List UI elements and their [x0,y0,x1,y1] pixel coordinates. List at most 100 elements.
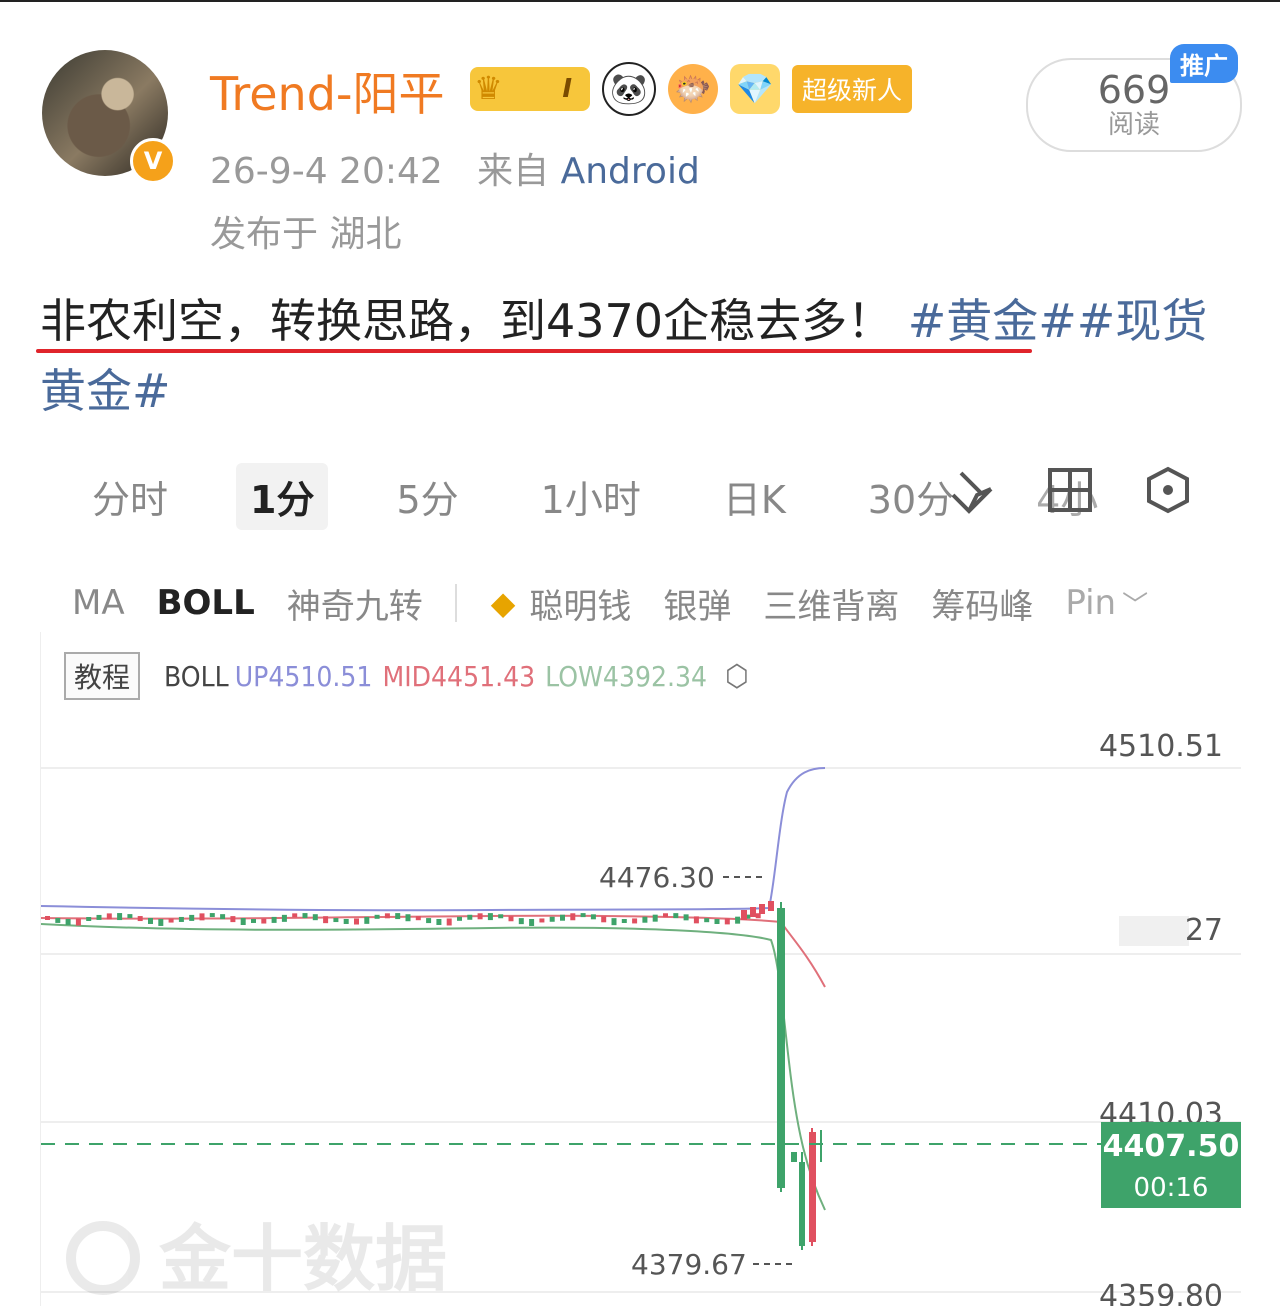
price-axis-mask [1119,916,1189,946]
candle-green [281,914,287,922]
candle-green [86,917,92,922]
username[interactable]: Trend-阳平 [210,58,445,124]
candle-red [415,916,421,921]
candle-green [178,916,184,922]
candle-red [663,913,668,918]
user-badges: ♛ I 🐼 🐡 💎 超级新人 [470,62,913,116]
candle-red [759,904,765,914]
candle-red [230,916,236,923]
candle-green [158,918,164,926]
watermark: 金十数据 [66,1217,447,1301]
tab-intraday[interactable]: 分时 [78,463,182,530]
candle-green [117,913,123,921]
candle-red [384,913,390,919]
candle-green [580,913,586,918]
candle-green [302,913,308,919]
price-axis-label: 27 [1185,913,1223,948]
candle-green [395,913,401,920]
high-annotation: 4476.30 [599,861,715,894]
post-source[interactable]: Android [561,151,700,192]
draw-tool-icon[interactable] [944,462,1000,518]
candle-red [570,913,576,921]
price-axis-label: 4510.51 [1099,729,1223,764]
candle-green [148,917,153,924]
candle-green [590,914,596,920]
candle-green [312,914,318,921]
current-price: 4407.50 [1103,1129,1240,1164]
candle-red [632,918,638,924]
crown-level: I [562,74,572,104]
candle-red [768,901,774,911]
verified-badge-icon: V [130,138,176,184]
indicator-3d-divergence[interactable]: 三维背离 [763,579,899,628]
candle-red [477,913,483,920]
candle-green [529,918,535,926]
indicator-bar: MA BOLL 神奇九转 ◆ 聪明钱 银弹 三维背离 筹码峰 Pin ﹀ [72,578,1180,628]
indicator-magic9[interactable]: 神奇九转 [287,579,423,628]
candle-red [741,910,747,920]
read-label: 阅读 [1107,110,1160,140]
candle-green [467,914,473,920]
candle-green [127,914,133,919]
candle-green [498,914,504,919]
chevron-down-icon[interactable]: ﹀ [1122,585,1148,622]
candle-red [261,918,267,924]
layout-grid-icon[interactable] [1042,462,1098,518]
candle-green [209,913,215,918]
indicator-chip-peak[interactable]: 筹码峰 [931,579,1033,628]
candle-red [292,913,298,918]
price-axis-label: 4359.80 [1099,1279,1223,1306]
candle-green [560,914,565,921]
candle-green [683,914,689,921]
settings-hex-icon[interactable] [1140,462,1196,518]
tab-1hour[interactable]: 1小时 [527,463,655,530]
candle-green [343,918,349,924]
candle-red [75,918,81,926]
candle-green [55,917,61,923]
candle-red [199,913,205,921]
post-text: 非农利空，转换思路，到4370企稳去多！ #黄金##现货黄金# [40,286,1250,426]
kline-chart[interactable]: 金十数据 4476.30 4379.67 4510.51 27 4410.03 … [40,632,1241,1310]
candle-red [508,916,514,922]
tab-5min[interactable]: 5分 [382,463,472,530]
pen-icon [951,471,993,514]
hashtag-gold[interactable]: #黄金# [908,294,1077,348]
chart-canvas: 金十数据 4476.30 4379.67 4510.51 27 4410.03 … [40,729,1241,1310]
candle-green [251,918,256,923]
candle-red [693,916,699,924]
post-body: 非农利空，转换思路，到4370企稳去多！ [40,294,894,348]
grid-icon [1048,468,1092,512]
candle-green [621,918,627,923]
low-annotation: 4379.67 [631,1248,747,1281]
candle-red [137,916,143,922]
red-underline [36,349,1032,353]
candle-green [611,918,617,926]
candle-green [333,918,339,923]
indicator-silver-bullet[interactable]: 银弹 [663,579,731,628]
top-border [0,0,1280,2]
candle-green [518,918,524,925]
candle-red [106,913,112,920]
indicator-smart-money[interactable]: 聪明钱 [529,579,631,628]
candle-red [168,918,174,923]
pufferfish-icon[interactable]: 🐡 [668,64,718,114]
boll-low-line [40,923,826,1211]
candle-green [426,918,432,924]
super-newbie-badge[interactable]: 超级新人 [792,65,913,113]
crown-badge-icon[interactable]: ♛ I [470,67,590,111]
candle-green [65,918,71,925]
tab-daily[interactable]: 日K [709,463,800,530]
watermark-text: 金十数据 [158,1217,447,1301]
candle-green [189,914,195,921]
panda-icon[interactable]: 🐼 [602,62,656,116]
indicator-pin[interactable]: Pin [1065,583,1116,623]
candle-green [271,916,277,923]
candle-red [724,918,730,925]
promo-badge[interactable]: 推广 [1170,44,1238,83]
indicator-divider [454,584,457,622]
indicator-boll[interactable]: BOLL [157,583,255,623]
tab-1min[interactable]: 1分 [236,462,329,530]
candle-green [735,916,741,924]
diamond-badge-icon[interactable]: 💎 [730,64,780,114]
indicator-ma[interactable]: MA [72,583,125,623]
